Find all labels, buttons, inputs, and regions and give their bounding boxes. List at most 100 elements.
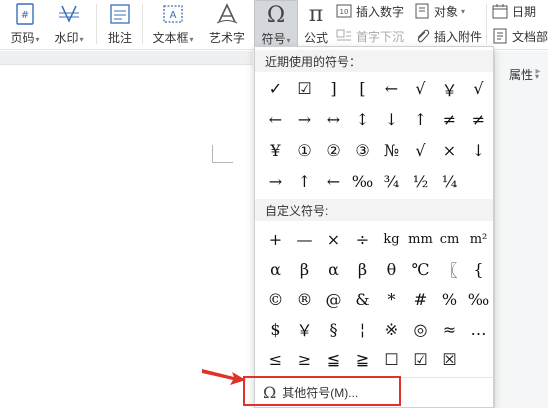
symbol-cell[interactable]: ¾: [377, 166, 406, 197]
symbol-cell[interactable]: №: [377, 135, 406, 166]
symbol-cell[interactable]: ↔: [319, 104, 348, 135]
panel-collapse-icon[interactable]: ▸: [530, 60, 546, 82]
symbol-cell[interactable]: …: [464, 314, 493, 344]
symbol-cell[interactable]: ≦: [319, 344, 348, 374]
symbol-cell[interactable]: ≥: [290, 344, 319, 374]
symbol-cell[interactable]: α: [319, 254, 348, 284]
highlight-box: [243, 376, 401, 406]
wordart-icon: [215, 0, 239, 28]
symbol-cell[interactable]: 〖: [435, 254, 464, 284]
object-label: 对象: [434, 4, 459, 19]
symbol-cell[interactable]: cm: [435, 224, 464, 254]
symbol-cell[interactable]: &: [348, 284, 377, 314]
symbol-cell[interactable]: ☒: [435, 344, 464, 374]
symbol-cell[interactable]: ]: [319, 73, 348, 104]
symbol-cell[interactable]: α: [261, 254, 290, 284]
symbol-cell[interactable]: {: [464, 254, 493, 284]
symbol-cell[interactable]: ③: [348, 135, 377, 166]
symbol-cell[interactable]: ①: [290, 135, 319, 166]
symbol-cell[interactable]: ←: [319, 166, 348, 197]
symbol-cell[interactable]: ¦: [348, 314, 377, 344]
symbol-cell[interactable]: ☑: [290, 73, 319, 104]
calendar-icon: [492, 3, 508, 19]
symbol-cell[interactable]: $: [261, 314, 290, 344]
watermark-button[interactable]: 水印▾: [48, 0, 90, 50]
textbox-button[interactable]: A 文本框▾: [148, 0, 198, 50]
insert-number-button[interactable]: 10 插入数字: [336, 1, 404, 21]
symbol-cell[interactable]: *: [377, 284, 406, 314]
symbol-cell[interactable]: ↓: [464, 135, 493, 166]
symbol-button[interactable]: Ω 符号▾: [254, 0, 298, 50]
symbol-cell[interactable]: —: [290, 224, 319, 254]
symbol-cell[interactable]: √: [406, 73, 435, 104]
symbol-cell[interactable]: ☐: [377, 344, 406, 374]
symbol-cell[interactable]: ¥: [261, 135, 290, 166]
symbol-cell[interactable]: ≈: [435, 314, 464, 344]
object-icon: [414, 3, 430, 19]
wordart-button[interactable]: 艺术字: [204, 0, 250, 50]
symbol-cell[interactable]: √: [464, 73, 493, 104]
symbol-cell[interactable]: ÷: [348, 224, 377, 254]
page-number-button[interactable]: # 页码▾: [4, 0, 46, 50]
symbol-cell[interactable]: ‰: [464, 284, 493, 314]
symbol-cell[interactable]: @: [319, 284, 348, 314]
symbol-cell[interactable]: ≤: [261, 344, 290, 374]
ribbon-toolbar: # 页码▾ 水印▾ 批注 A 文本框▾ 艺术字 Ω 符号▾ π 公式 10 插入…: [0, 0, 548, 50]
symbol-cell[interactable]: β: [348, 254, 377, 284]
insert-attachment-button[interactable]: 插入附件: [414, 26, 482, 46]
symbol-cell[interactable]: ×: [319, 224, 348, 254]
symbol-cell[interactable]: ×: [435, 135, 464, 166]
symbol-cell[interactable]: ②: [319, 135, 348, 166]
object-button[interactable]: 对象 ▾: [414, 1, 465, 21]
symbol-cell[interactable]: %: [435, 284, 464, 314]
formula-button[interactable]: π 公式: [300, 0, 332, 50]
page-number-label: 页码: [10, 31, 35, 45]
doc-part-button[interactable]: 文档部: [492, 26, 548, 46]
ruler-strip: [0, 51, 253, 65]
symbol-cell[interactable]: ↓: [377, 104, 406, 135]
symbol-cell[interactable]: ≧: [348, 344, 377, 374]
symbol-cell[interactable]: ®: [290, 284, 319, 314]
insert-attachment-label: 插入附件: [434, 29, 483, 44]
symbol-cell[interactable]: ※: [377, 314, 406, 344]
symbol-cell[interactable]: ¼: [435, 166, 464, 197]
symbol-cell[interactable]: ½: [406, 166, 435, 197]
ribbon-divider: [142, 4, 143, 44]
symbol-cell[interactable]: ≠: [464, 104, 493, 135]
symbol-cell[interactable]: ←: [377, 73, 406, 104]
symbol-cell[interactable]: ✓: [261, 73, 290, 104]
symbol-cell[interactable]: →: [261, 166, 290, 197]
symbol-cell[interactable]: m²: [464, 224, 493, 254]
page-number-icon: #: [15, 0, 35, 28]
symbol-cell[interactable]: ◎: [406, 314, 435, 344]
custom-symbols-grid: + — × ÷ kg mm cm m² α β α β θ ℃ 〖{© ® @ & * #% ‰ $ ￥ § ¦ ※ ◎ ≈… ≤ ≥ ≦ ≧…: [261, 224, 493, 374]
symbol-cell[interactable]: kg: [377, 224, 406, 254]
insert-number-label: 插入数字: [356, 4, 405, 19]
symbol-cell[interactable]: ↑: [406, 104, 435, 135]
paperclip-icon: [414, 28, 430, 44]
ribbon-divider: [96, 4, 97, 44]
symbol-cell[interactable]: ￥: [435, 73, 464, 104]
symbol-cell[interactable]: ☑: [406, 344, 435, 374]
symbol-cell[interactable]: ↕: [348, 104, 377, 135]
symbol-cell[interactable]: ↑: [290, 166, 319, 197]
date-button[interactable]: 日期: [492, 1, 536, 21]
symbol-cell[interactable]: β: [290, 254, 319, 284]
symbol-cell[interactable]: mm: [406, 224, 435, 254]
symbol-cell[interactable]: ≠: [435, 104, 464, 135]
symbol-cell[interactable]: ‰: [348, 166, 377, 197]
symbol-cell[interactable]: θ: [377, 254, 406, 284]
symbol-cell[interactable]: ℃: [406, 254, 435, 284]
symbol-cell[interactable]: +: [261, 224, 290, 254]
svg-text:10: 10: [340, 8, 349, 16]
symbol-cell[interactable]: √: [406, 135, 435, 166]
comment-button[interactable]: 批注: [100, 0, 140, 50]
symbol-cell[interactable]: #: [406, 284, 435, 314]
symbol-cell[interactable]: [: [348, 73, 377, 104]
symbol-cell[interactable]: ￥: [290, 314, 319, 344]
number-icon: 10: [336, 3, 352, 19]
symbol-cell[interactable]: ©: [261, 284, 290, 314]
symbol-cell[interactable]: §: [319, 314, 348, 344]
symbol-cell[interactable]: →: [290, 104, 319, 135]
symbol-cell[interactable]: ←: [261, 104, 290, 135]
